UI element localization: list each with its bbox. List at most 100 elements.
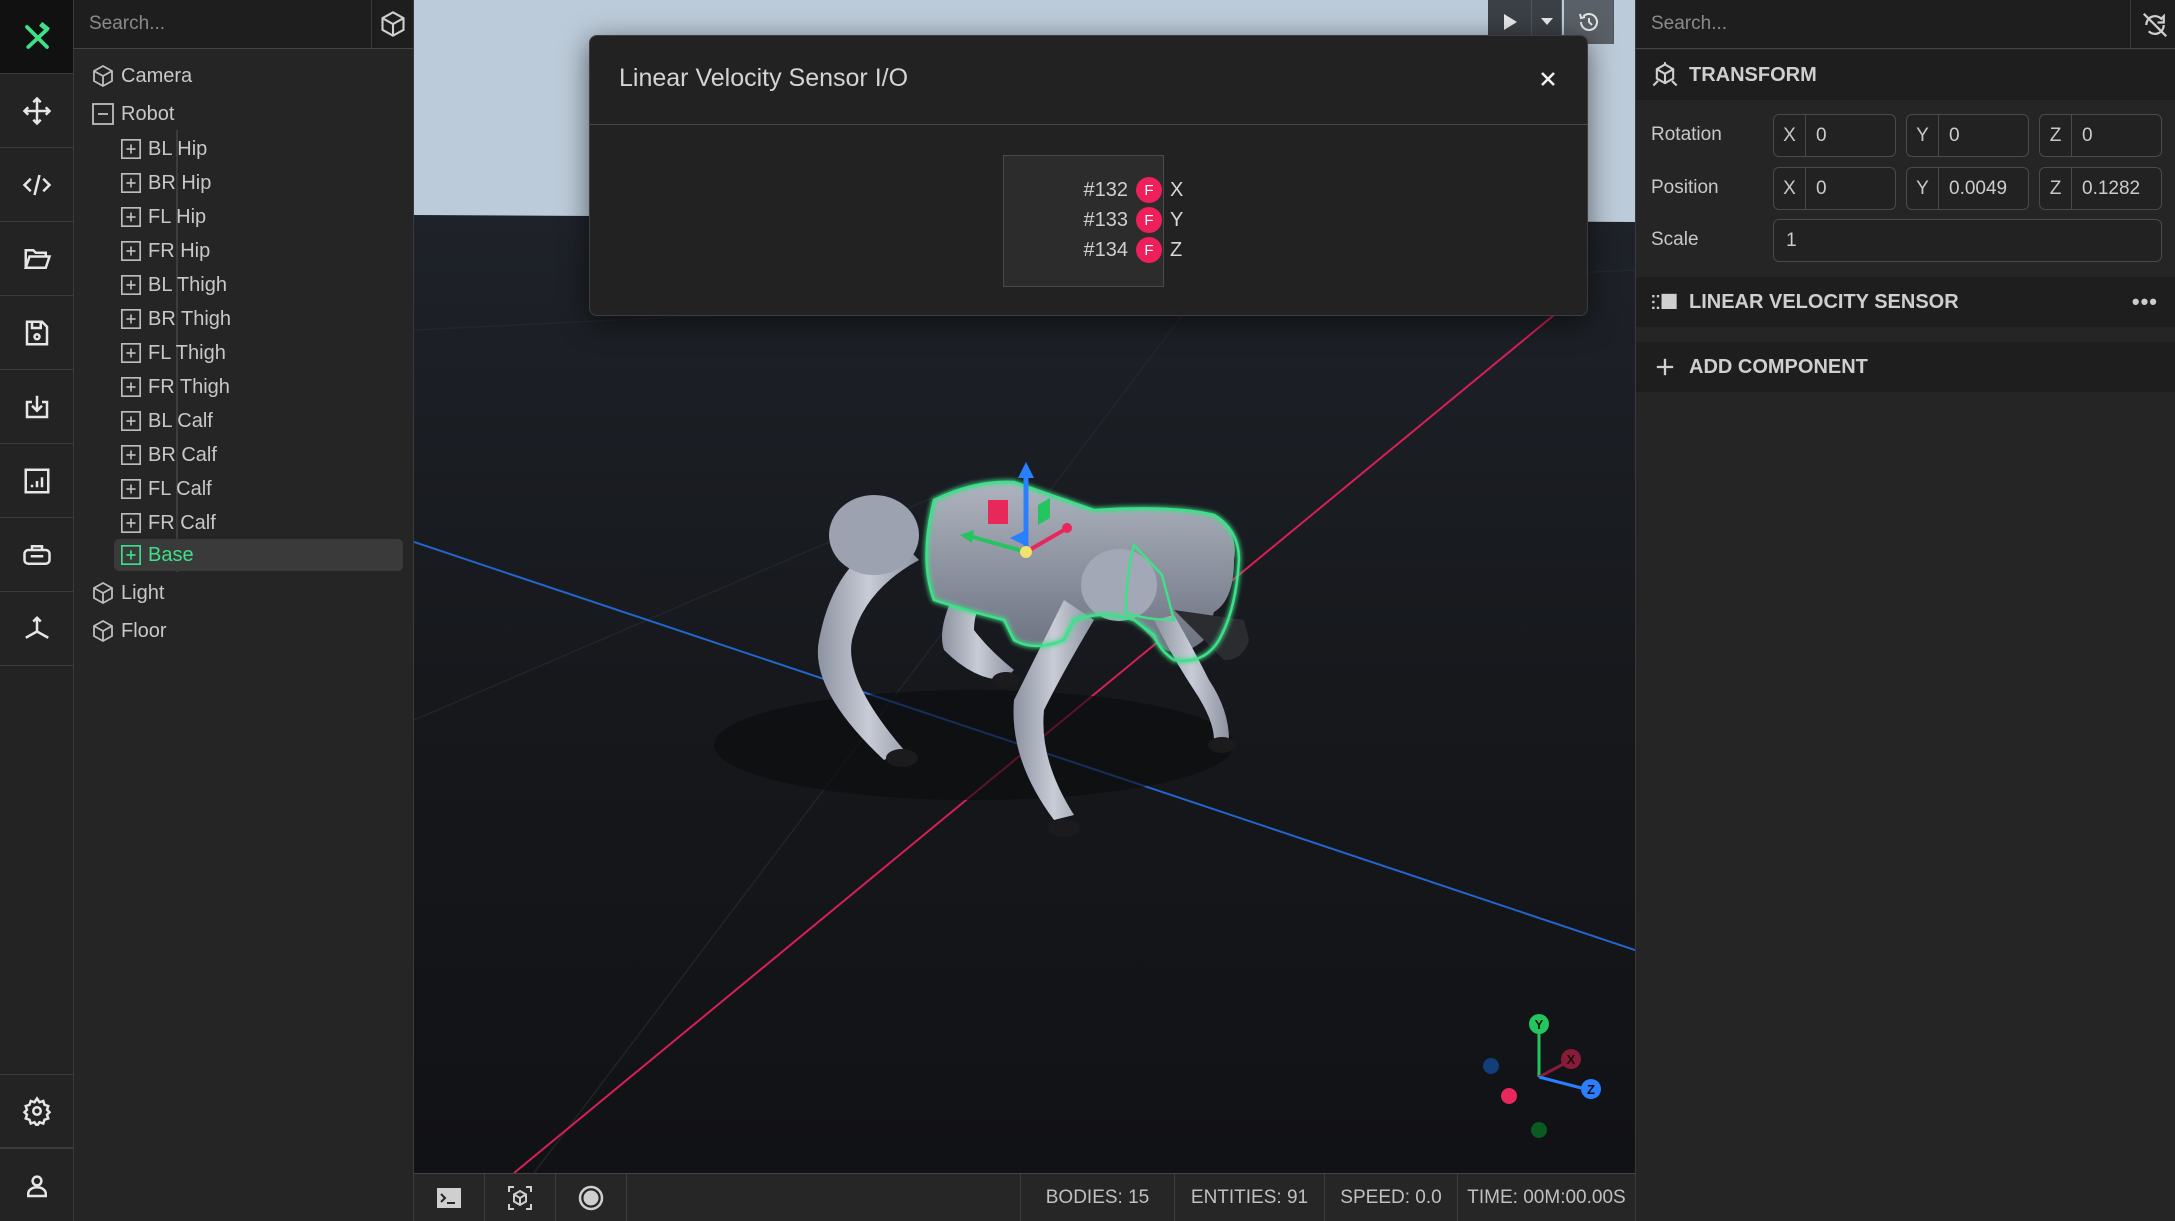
component-title: LINEAR VELOCITY SENSOR (1689, 290, 1959, 313)
gizmo-neg-x-dot (1501, 1088, 1517, 1104)
expand-plus-icon[interactable] (120, 206, 142, 228)
position-x-input[interactable] (1806, 177, 1895, 200)
expand-plus-icon[interactable] (120, 478, 142, 500)
svg-text:X: X (1567, 1052, 1576, 1067)
play-icon (1503, 14, 1517, 30)
port-pin[interactable]: F (1136, 177, 1162, 203)
expand-plus-icon[interactable] (120, 376, 142, 398)
expand-plus-icon[interactable] (120, 410, 142, 432)
inspector-search-input[interactable] (1636, 0, 2131, 48)
rotation-y-field[interactable]: Y (1906, 114, 2029, 157)
tree-item-label: FL Calf (148, 477, 212, 500)
close-button[interactable] (1535, 66, 1561, 92)
rotation-x-field[interactable]: X (1773, 114, 1896, 157)
expand-plus-icon[interactable] (120, 138, 142, 160)
tree-item-base[interactable]: Base (114, 539, 403, 571)
tree-item-label: BR Hip (148, 171, 212, 194)
position-x-field[interactable]: X (1773, 167, 1896, 210)
svg-text:Y: Y (1535, 1017, 1544, 1032)
tools-logo-button[interactable] (0, 0, 73, 74)
dialog-title: Linear Velocity Sensor I/O (619, 64, 909, 92)
expand-plus-icon[interactable] (120, 342, 142, 364)
position-label: Position (1651, 177, 1719, 198)
position-z-field[interactable]: Z (2039, 167, 2162, 210)
port-axis-label: Y (1170, 208, 1184, 231)
tree-search-input[interactable] (74, 0, 372, 48)
visibility-sync-off-icon[interactable] (2140, 10, 2170, 40)
scale-field[interactable] (1773, 219, 2162, 262)
gizmo-xy-plane (988, 500, 1008, 524)
rotation-x-input[interactable] (1806, 124, 1895, 147)
code-icon (22, 174, 51, 195)
rotation-y-input[interactable] (1939, 124, 2028, 147)
port-axis-label: Z (1170, 238, 1183, 261)
tree-item-bl-calf[interactable]: BL Calf (114, 405, 403, 437)
io-port-row: #133 F Y (1003, 205, 1223, 235)
axes-icon (24, 615, 49, 639)
record-button[interactable] (556, 1174, 627, 1221)
position-y-input[interactable] (1939, 177, 2028, 200)
tree-item-bl-thigh[interactable]: BL Thigh (114, 269, 403, 301)
add-object-cube-icon[interactable] (379, 10, 407, 38)
tree-item-label: Floor (121, 619, 167, 642)
user-button[interactable] (0, 1148, 73, 1221)
status-bar: BODIES: 15 ENTITIES: 91 SPEED: 0.0 TIME:… (414, 1173, 1635, 1221)
axes-button[interactable] (0, 592, 73, 666)
cube-icon (93, 619, 113, 643)
tool-sidebar (0, 0, 74, 1221)
tree-item-fr-calf[interactable]: FR Calf (114, 507, 403, 539)
position-z-input[interactable] (2072, 177, 2161, 200)
tree-item-light[interactable]: Light (91, 577, 391, 609)
move-tool-button[interactable] (0, 74, 73, 148)
gizmo-neg-y-dot (1531, 1122, 1547, 1138)
rotation-z-input[interactable] (2072, 124, 2161, 147)
collapse-minus-icon[interactable] (91, 102, 115, 126)
tree-item-br-calf[interactable]: BR Calf (114, 439, 403, 471)
expand-plus-icon[interactable] (120, 172, 142, 194)
tree-item-fl-thigh[interactable]: FL Thigh (114, 337, 403, 369)
component-more-button[interactable]: ••• (2132, 289, 2158, 315)
tree-item-floor[interactable]: Floor (91, 615, 391, 647)
transform-icon (1652, 62, 1678, 87)
history-icon (1578, 13, 1598, 31)
vr-button[interactable] (0, 518, 73, 592)
port-pin[interactable]: F (1136, 207, 1162, 233)
rotation-z-field[interactable]: Z (2039, 114, 2162, 157)
tree-item-fr-thigh[interactable]: FR Thigh (114, 371, 403, 403)
code-button[interactable] (0, 148, 73, 222)
scale-input[interactable] (1774, 220, 2161, 261)
port-pin[interactable]: F (1136, 237, 1162, 263)
robot-hip-front (1081, 549, 1157, 621)
add-component-button[interactable]: ADD COMPONENT (1636, 342, 2175, 392)
tree-item-fl-hip[interactable]: FL Hip (114, 201, 403, 233)
settings-button[interactable] (0, 1074, 73, 1148)
tree-item-camera[interactable]: Camera (91, 60, 391, 92)
linear-velocity-sensor-header[interactable]: LINEAR VELOCITY SENSOR ••• (1636, 277, 2175, 327)
focus-object-button[interactable] (485, 1174, 556, 1221)
tree-item-bl-hip[interactable]: BL Hip (114, 133, 403, 165)
import-button[interactable] (0, 370, 73, 444)
tree-item-label: BR Calf (148, 443, 217, 466)
console-button[interactable] (414, 1174, 485, 1221)
entities-count: ENTITIES: 91 (1174, 1174, 1324, 1221)
transform-section-header[interactable]: TRANSFORM (1636, 50, 2175, 100)
expand-plus-icon[interactable] (120, 308, 142, 330)
expand-plus-icon[interactable] (120, 240, 142, 262)
tree-item-fr-hip[interactable]: FR Hip (114, 235, 403, 267)
tree-item-fl-calf[interactable]: FL Calf (114, 473, 403, 505)
tree-item-label: Light (121, 581, 165, 604)
expand-plus-icon[interactable] (120, 274, 142, 296)
sensor-io-dialog: Linear Velocity Sensor I/O #132 F X #133 F Y #… (589, 35, 1588, 316)
tree-item-robot[interactable]: Robot (91, 98, 391, 130)
tools-logo-icon (24, 21, 50, 49)
axis-z-label: Z (2040, 168, 2072, 209)
save-button[interactable] (0, 296, 73, 370)
analytics-button[interactable] (0, 444, 73, 518)
open-button[interactable] (0, 222, 73, 296)
tree-item-br-hip[interactable]: BR Hip (114, 167, 403, 199)
expand-plus-icon[interactable] (120, 544, 142, 566)
tree-item-br-thigh[interactable]: BR Thigh (114, 303, 403, 335)
position-y-field[interactable]: Y (1906, 167, 2029, 210)
expand-plus-icon[interactable] (120, 512, 142, 534)
expand-plus-icon[interactable] (120, 444, 142, 466)
